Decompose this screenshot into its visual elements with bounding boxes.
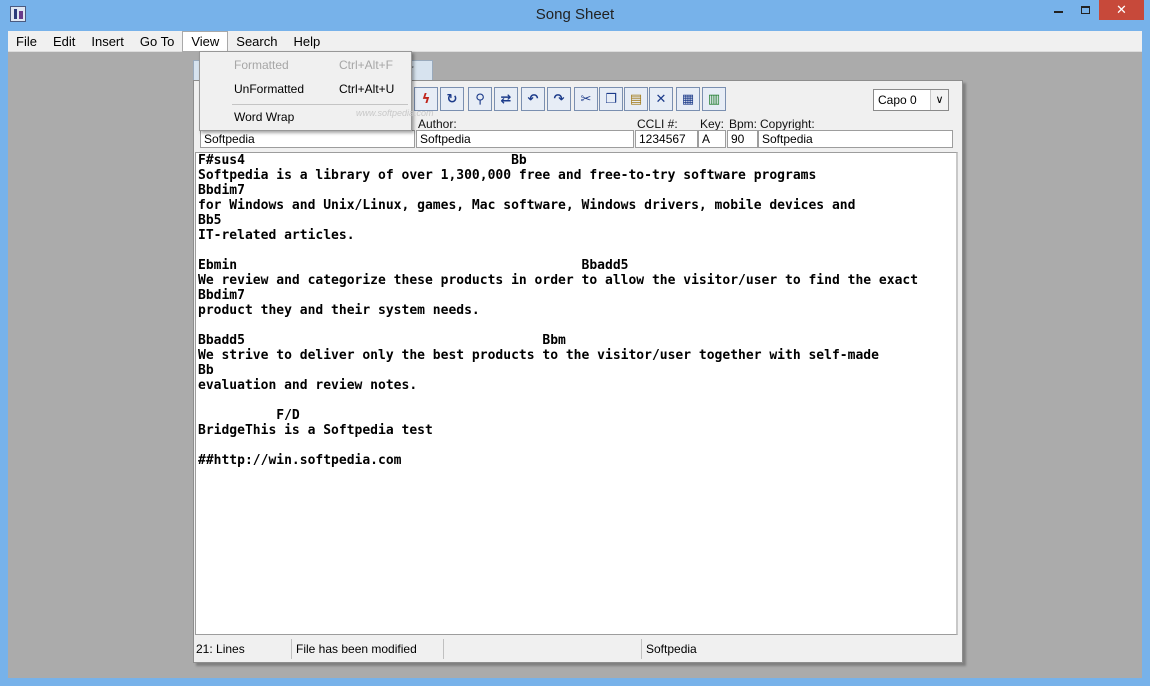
find-replace-icon[interactable]: ⇄ [494,87,518,111]
view-menu-dropdown: Formatted Ctrl+Alt+F UnFormatted Ctrl+Al… [199,51,412,131]
menu-edit[interactable]: Edit [45,32,83,51]
binoculars-find-icon[interactable]: ⚲ [468,87,492,111]
unformatted-shortcut: Ctrl+Alt+U [339,82,395,96]
formatted-shortcut: Ctrl+Alt+F [339,58,394,72]
key-field[interactable]: A [698,130,726,148]
menu-insert[interactable]: Insert [83,32,132,51]
capo-select[interactable]: Capo 0 ∨ [873,89,949,111]
menu-view[interactable]: View [182,30,229,52]
refresh-icon[interactable]: ↻ [440,87,464,111]
title-field[interactable]: Softpedia [200,130,415,148]
chevron-down-icon[interactable]: ∨ [930,90,948,110]
copyright-field[interactable]: Softpedia [758,130,953,148]
status-author: Softpedia [646,642,697,656]
maximize-icon [1081,6,1090,14]
delete-icon[interactable]: ✕ [649,87,673,111]
window-title: Song Sheet [535,6,615,23]
menu-file[interactable]: File [8,32,45,51]
minimize-button[interactable] [1045,0,1072,20]
paste-icon[interactable]: ▤ [624,87,648,111]
formatted-label: Formatted [234,58,289,72]
copy-icon[interactable]: ❐ [599,87,623,111]
song-editor-window: ϟ ↻ ⚲ ⇄ ↶ ↷ ✂ ❐ ▤ ✕ ▦ ▥ Capo 0 ∨ Softped… [193,80,963,663]
title-bar[interactable]: Song Sheet ✕ [0,0,1150,30]
song-text: F#sus4 Bb Softpedia is a library of over… [198,153,919,468]
song-text-editor[interactable]: F#sus4 Bb Softpedia is a library of over… [195,152,958,635]
menu-formatted[interactable]: Formatted Ctrl+Alt+F [200,55,411,77]
unformatted-label: UnFormatted [234,82,305,96]
key-label: Key: [700,117,725,131]
menu-bar: File Edit Insert Go To View Search Help [8,30,1142,52]
menu-unformatted[interactable]: UnFormatted Ctrl+Alt+U [200,79,411,101]
cut-icon[interactable]: ✂ [574,87,598,111]
softpedia-watermark: www.softpedia.com [356,108,434,118]
book-icon[interactable]: ▥ [702,87,726,111]
bpm-label: Bpm: [729,117,758,131]
menu-search[interactable]: Search [228,32,285,51]
author-field[interactable]: Softpedia [416,130,634,148]
minimize-icon [1054,11,1063,13]
undo-icon[interactable]: ↶ [521,87,545,111]
menu-help[interactable]: Help [285,32,328,51]
maximize-button[interactable] [1072,0,1099,20]
close-icon: ✕ [1116,2,1127,18]
word-wrap-label: Word Wrap [234,110,295,124]
chord-grid-icon[interactable]: ▦ [676,87,700,111]
close-button[interactable]: ✕ [1099,0,1144,20]
ccli-label: CCLI #: [637,117,678,131]
copyright-label: Copyright: [760,117,815,131]
author-label: Author: [418,117,457,131]
menu-separator [232,104,408,105]
ccli-field[interactable]: 1234567 [635,130,698,148]
bpm-field[interactable]: 90 [727,130,758,148]
capo-value: Capo 0 [878,93,917,107]
menu-goto[interactable]: Go To [132,32,182,51]
status-empty [446,639,642,659]
status-bar: 21: Lines File has been modified Softped… [194,638,962,660]
status-line-count: 21: Lines [194,639,292,659]
status-modified: File has been modified [294,639,444,659]
redo-icon[interactable]: ↷ [547,87,571,111]
